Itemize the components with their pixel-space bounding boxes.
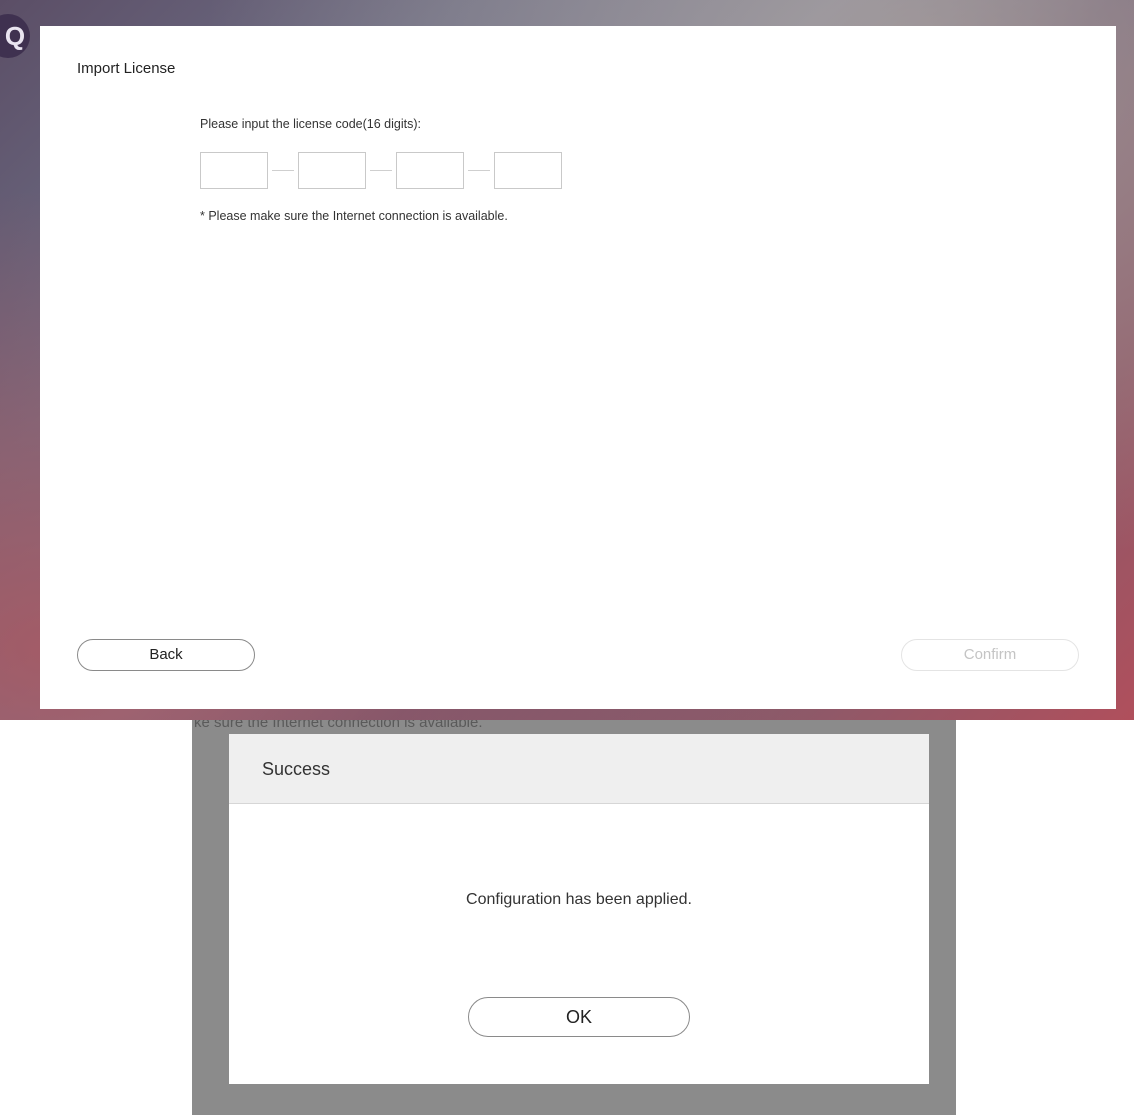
back-button[interactable]: Back [77,639,255,671]
license-code-prompt: Please input the license code(16 digits)… [200,117,421,131]
license-screen: Q Import License Please input the licens… [0,0,1134,720]
license-code-field-4[interactable] [494,152,562,189]
separator-dash [370,170,392,171]
license-code-field-2[interactable] [298,152,366,189]
dialog-message: Configuration has been applied. [466,891,692,908]
confirm-button[interactable]: Confirm [901,639,1079,671]
dialog-title: Success [229,734,929,804]
success-dialog: Success Configuration has been applied. … [229,734,929,1084]
separator-dash [272,170,294,171]
license-code-field-1[interactable] [200,152,268,189]
internet-connection-note: * Please make sure the Internet connecti… [200,209,508,223]
license-code-field-3[interactable] [396,152,464,189]
dimmed-background-text: ke sure the Internet connection is avail… [194,720,483,731]
ok-button[interactable]: OK [468,997,690,1037]
license-code-inputs [200,151,562,190]
separator-dash [468,170,490,171]
success-screen-overlay: ke sure the Internet connection is avail… [192,720,956,1115]
import-license-panel: Import License Please input the license … [40,26,1116,709]
page-title: Import License [77,60,176,77]
